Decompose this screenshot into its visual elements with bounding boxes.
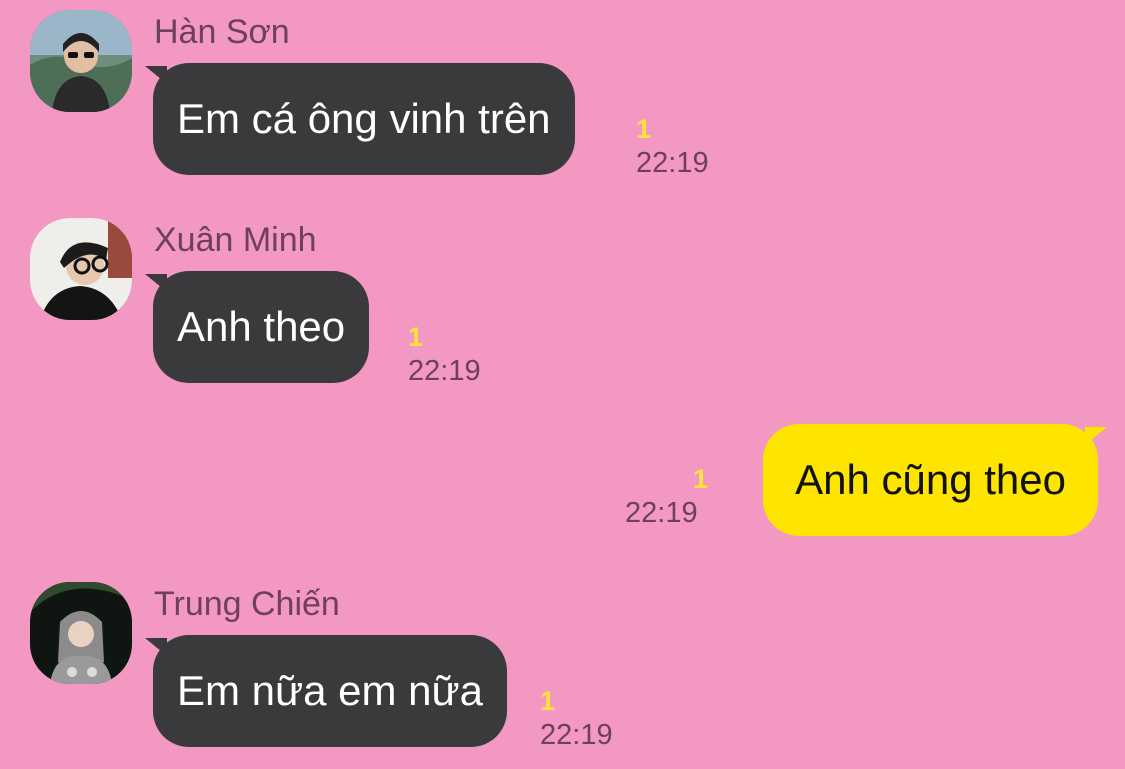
sender-name: Trung Chiến	[154, 585, 340, 623]
message-time: 22:19	[408, 355, 481, 387]
message-time: 22:19	[636, 147, 709, 179]
message-bubble[interactable]: Em nữa em nữa	[153, 635, 508, 747]
unread-count: 1	[693, 464, 709, 494]
message-row: Xuân Minh Anh theo 1 22:19	[0, 218, 1125, 388]
message-bubble[interactable]: Anh cũng theo	[763, 424, 1098, 536]
message-row: Anh cũng theo 1 22:19	[0, 424, 1125, 544]
unread-count: 1	[636, 114, 652, 144]
message-time: 22:19	[540, 719, 613, 751]
person-hood-avatar-image	[30, 582, 132, 684]
chat-room: Hàn Sơn Em cá ông vinh trên 1 22:19 Xuân…	[0, 0, 1125, 769]
message-row: Trung Chiến Em nữa em nữa 1 22:19	[0, 582, 1125, 752]
message-row: Hàn Sơn Em cá ông vinh trên 1 22:19	[0, 10, 1125, 180]
message-time: 22:19	[625, 497, 698, 529]
unread-count: 1	[408, 322, 424, 352]
sender-name: Hàn Sơn	[154, 13, 290, 51]
person-sunglasses-avatar-image	[30, 10, 132, 112]
unread-count: 1	[540, 686, 556, 716]
person-glasses-avatar-image	[30, 218, 132, 320]
message-bubble[interactable]: Em cá ông vinh trên	[153, 63, 575, 175]
avatar[interactable]	[30, 10, 132, 112]
sender-name: Xuân Minh	[154, 221, 317, 259]
avatar[interactable]	[30, 218, 132, 320]
message-bubble[interactable]: Anh theo	[153, 271, 370, 383]
message-text: Em cá ông vinh trên	[177, 95, 551, 142]
message-text: Em nữa em nữa	[177, 667, 484, 714]
avatar[interactable]	[30, 582, 132, 684]
message-text: Anh theo	[177, 303, 346, 350]
message-text: Anh cũng theo	[795, 456, 1066, 503]
